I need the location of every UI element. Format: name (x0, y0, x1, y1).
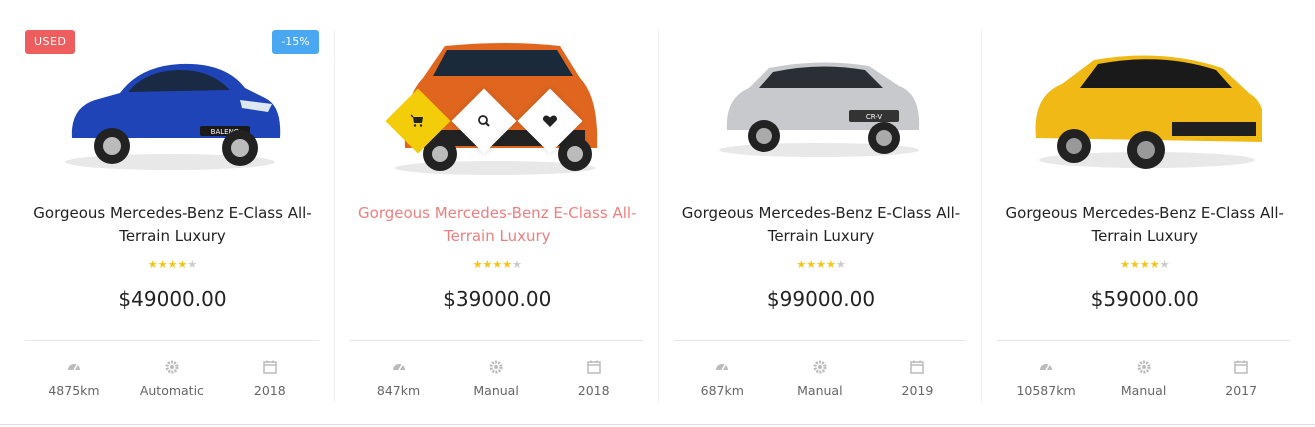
spec-transmission: Manual (1095, 360, 1193, 402)
year-value: 2018 (577, 383, 610, 398)
gear-icon (489, 360, 503, 374)
mileage-value: 10587km (1016, 383, 1076, 398)
star-icon: ★ (167, 258, 178, 271)
spec-row: 687km Manual 2019 (674, 360, 967, 402)
transmission-value: Manual (473, 383, 519, 398)
star-icon: ★ (796, 258, 807, 271)
product-title[interactable]: Gorgeous Mercedes-Benz E-Class All-Terra… (355, 202, 640, 248)
product-price: $99000.00 (766, 287, 876, 311)
spec-mileage: 847km (350, 360, 448, 402)
product-grid: BALENO USED -15% Gorgeous Mercedes-Benz … (10, 30, 1305, 402)
rating-stars: ★★★★★ (982, 258, 1307, 271)
product-image[interactable] (335, 30, 660, 190)
product-image[interactable] (982, 30, 1307, 190)
product-title[interactable]: Gorgeous Mercedes-Benz E-Class All-Terra… (1002, 202, 1287, 248)
year-value: 2018 (253, 383, 286, 398)
spec-transmission: Manual (447, 360, 545, 402)
star-icon: ★ (187, 258, 198, 271)
spec-mileage: 4875km (25, 360, 123, 402)
add-to-cart-button[interactable] (385, 88, 451, 154)
product-card[interactable]: CR-V Gorgeous Mercedes-Benz E-Class All-… (657, 30, 984, 402)
spec-year: 2018 (221, 360, 319, 402)
speedometer-icon (1040, 364, 1053, 371)
star-icon: ★ (1120, 258, 1130, 271)
star-icon: ★ (835, 258, 846, 271)
section-divider (0, 424, 1315, 425)
product-actions (385, 88, 605, 160)
divider (997, 340, 1290, 341)
spec-row: 847km Manual 2018 (350, 360, 643, 402)
star-icon: ★ (806, 258, 817, 271)
spec-year: 2019 (869, 360, 967, 402)
discount-badge: -15% (272, 30, 319, 54)
car-image: CR-V (718, 62, 919, 157)
spec-row: 4875km Automatic 2018 (25, 360, 319, 402)
spec-row: 10587km Manual 2017 (997, 360, 1290, 402)
spec-mileage: 10587km (997, 360, 1095, 402)
product-price: $49000.00 (118, 287, 227, 311)
calendar-icon (586, 360, 601, 374)
gear-icon (813, 360, 827, 374)
product-image[interactable]: BALENO (10, 30, 335, 190)
star-icon: ★ (1149, 258, 1160, 271)
quick-view-button[interactable] (451, 88, 517, 154)
speedometer-icon (392, 364, 405, 371)
spec-mileage: 687km (674, 360, 772, 402)
divider (349, 340, 643, 341)
product-title[interactable]: Gorgeous Mercedes-Benz E-Class All-Terra… (30, 202, 315, 248)
search-icon (477, 115, 490, 127)
transmission-value: Automatic (139, 383, 204, 398)
transmission-value: Manual (1120, 383, 1167, 398)
car-image (1035, 55, 1263, 169)
star-icon: ★ (177, 258, 188, 271)
product-card[interactable]: Gorgeous Mercedes-Benz E-Class All-Terra… (333, 30, 660, 402)
calendar-icon (1234, 360, 1248, 374)
transmission-value: Manual (797, 383, 843, 398)
product-title[interactable]: Gorgeous Mercedes-Benz E-Class All-Terra… (679, 202, 964, 248)
spec-transmission: Manual (771, 360, 869, 402)
mileage-value: 847km (376, 383, 421, 398)
heart-icon (542, 115, 557, 127)
product-card[interactable]: BALENO USED -15% Gorgeous Mercedes-Benz … (10, 30, 334, 402)
rating-stars: ★★★★★ (335, 258, 660, 271)
star-icon: ★ (147, 258, 158, 271)
product-card[interactable]: Gorgeous Mercedes-Benz E-Class All-Terra… (981, 30, 1305, 402)
spec-transmission: Automatic (123, 360, 221, 402)
star-icon: ★ (1159, 258, 1170, 271)
cart-icon (410, 114, 423, 127)
star-icon: ★ (482, 258, 493, 271)
rating-stars: ★★★★★ (10, 258, 335, 271)
star-icon: ★ (1139, 258, 1150, 271)
star-icon: ★ (502, 258, 513, 271)
product-price: $39000.00 (443, 287, 552, 311)
gear-icon (1137, 360, 1151, 374)
speedometer-icon (67, 364, 80, 371)
star-icon: ★ (492, 258, 503, 271)
star-icon: ★ (816, 258, 826, 271)
product-price: $59000.00 (1090, 287, 1199, 311)
calendar-icon (910, 360, 925, 374)
star-icon: ★ (157, 258, 168, 271)
spec-year: 2017 (1192, 360, 1290, 402)
year-value: 2017 (1225, 383, 1258, 398)
divider (25, 340, 319, 341)
wishlist-button[interactable] (517, 88, 583, 154)
rating-stars: ★★★★★ (659, 258, 984, 271)
car-image: BALENO (65, 63, 281, 170)
speedometer-icon (716, 364, 729, 371)
star-icon: ★ (1129, 258, 1140, 271)
used-badge: USED (25, 30, 76, 54)
mileage-value: 687km (700, 383, 744, 398)
year-value: 2019 (901, 383, 934, 398)
star-icon: ★ (825, 258, 836, 271)
divider (673, 340, 967, 341)
product-image[interactable]: CR-V (659, 30, 984, 190)
calendar-icon (263, 360, 277, 374)
car-plate: CR-V (865, 113, 882, 121)
star-icon: ★ (472, 258, 483, 271)
mileage-value: 4875km (48, 383, 100, 398)
spec-year: 2018 (545, 360, 643, 402)
star-icon: ★ (512, 258, 522, 271)
gear-icon (165, 360, 179, 374)
